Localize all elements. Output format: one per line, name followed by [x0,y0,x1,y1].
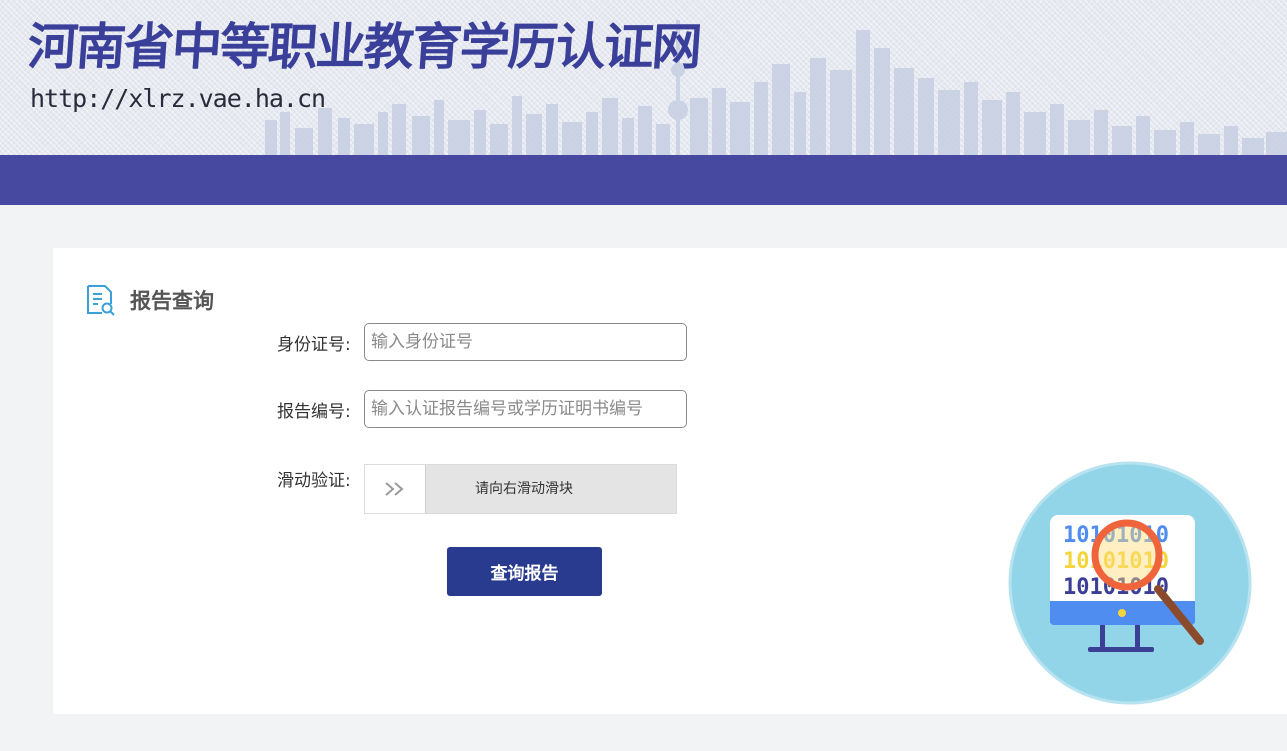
slider-captcha[interactable]: 请向右滑动滑块 [364,464,677,514]
site-url: http://xlrz.vae.ha.cn [30,84,326,113]
site-title: 河南省中等职业教育学历认证网 [25,18,703,76]
section-title: 报告查询 [130,289,214,313]
report-query-panel: 报告查询 身份证号: 报告编号: 滑动验证: 请向右滑动滑块 查询报告 1010… [53,248,1287,714]
nav-bar [0,155,1287,205]
monitor-magnifier-icon: 10101010 10101010 10101010 [1008,461,1252,705]
report-number-input[interactable] [364,390,687,428]
report-number-label: 报告编号: [277,402,351,422]
slider-hint: 请向右滑动滑块 [475,481,573,497]
slider-captcha-label: 滑动验证: [277,471,351,491]
document-search-icon [87,285,115,316]
double-chevron-right-icon [385,482,404,496]
id-number-input[interactable] [364,323,687,361]
id-number-label: 身份证号: [277,335,351,355]
slider-handle[interactable] [365,465,426,513]
site-header: 河南省中等职业教育学历认证网 http://xlrz.vae.ha.cn [0,0,1287,155]
query-report-button[interactable]: 查询报告 [447,547,602,596]
